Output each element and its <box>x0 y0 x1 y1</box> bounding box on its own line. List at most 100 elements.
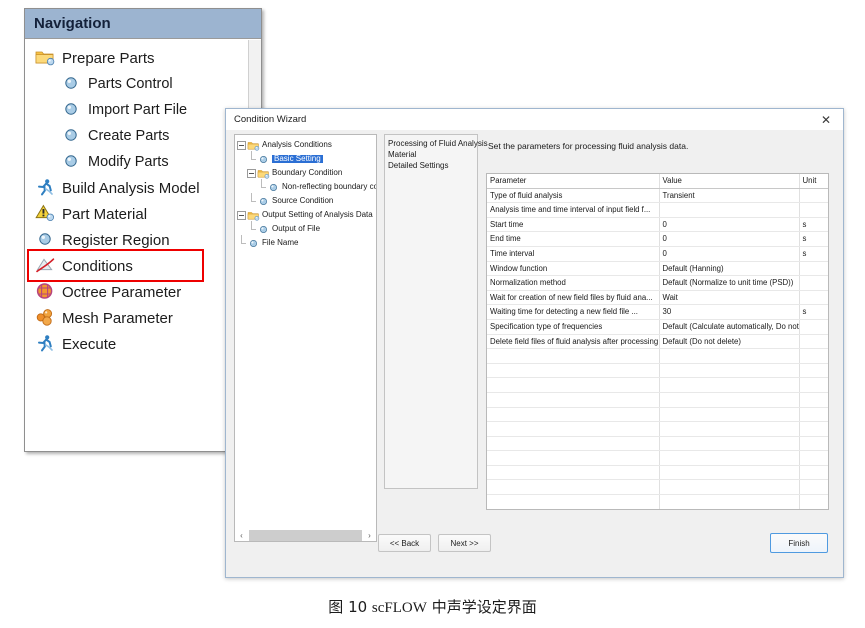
tree-item-analysis-conditions[interactable]: Analysis Conditions <box>237 138 376 152</box>
dialog-titlebar[interactable]: Condition Wizard ✕ <box>226 109 843 131</box>
folder-icon <box>247 210 260 221</box>
table-empty-row <box>487 407 828 423</box>
cell-empty <box>799 377 828 393</box>
cell-value[interactable]: 30 <box>659 304 800 320</box>
tree-expander-icon[interactable] <box>247 168 256 178</box>
cell-empty <box>799 348 828 364</box>
sphere-node-icon <box>35 230 56 250</box>
section-list-item[interactable]: Material <box>388 149 477 160</box>
cell-parameter: Normalization method <box>487 275 660 291</box>
table-empty-row <box>487 392 828 408</box>
back-button[interactable]: << Back <box>378 534 431 552</box>
cell-empty <box>487 348 660 364</box>
scroll-thumb[interactable] <box>249 529 362 541</box>
tree-item-non-reflecting-boundary-co[interactable]: Non-reflecting boundary co <box>237 178 376 194</box>
runner-icon <box>35 334 56 354</box>
cell-unit <box>799 202 828 218</box>
navigation-header: Navigation <box>25 9 261 39</box>
nav-item-parts-control[interactable]: Parts Control <box>25 71 261 97</box>
condition-tree-hscrollbar[interactable]: ‹ › <box>234 529 377 542</box>
cell-value[interactable] <box>659 202 800 218</box>
scroll-right-icon[interactable]: › <box>363 531 376 540</box>
cell-value[interactable]: Default (Do not delete) <box>659 334 800 350</box>
next-button[interactable]: Next >> <box>438 534 491 552</box>
table-row[interactable]: End time 0 s <box>487 231 828 247</box>
cell-empty <box>799 421 828 437</box>
scroll-left-icon[interactable]: ‹ <box>235 531 248 540</box>
cell-unit: s <box>799 304 828 320</box>
section-list-item[interactable]: Detailed Settings <box>388 160 477 171</box>
cell-parameter: Analysis time and time interval of input… <box>487 202 660 218</box>
sphere-node-icon <box>61 74 82 94</box>
condition-tree-panel[interactable]: Analysis Conditions Basic Setting Boundary… <box>234 134 377 538</box>
column-header-unit[interactable]: Unit <box>799 174 828 189</box>
cell-empty <box>799 465 828 481</box>
section-list-panel[interactable]: Processing of Fluid Analysis Material Deta… <box>384 134 488 489</box>
cell-value[interactable]: Default (Normalize to unit time (PSD)) <box>659 275 800 291</box>
nav-item-label: Mesh Parameter <box>62 309 173 327</box>
nav-item-label: Prepare Parts <box>62 49 155 67</box>
finish-button[interactable]: Finish <box>770 533 828 553</box>
mesh-spheres-icon <box>35 308 56 328</box>
sphere-node-icon <box>267 182 280 193</box>
section-list-item[interactable]: Processing of Fluid Analysis <box>388 138 488 149</box>
condition-tree-list: Analysis Conditions Basic Setting Boundary… <box>235 135 376 250</box>
nav-item-prepare-parts[interactable]: Prepare Parts <box>25 45 261 71</box>
table-row[interactable]: Normalization method Default (Normalize t… <box>487 275 828 291</box>
table-row[interactable]: Window function Default (Hanning) <box>487 261 828 277</box>
cell-parameter: Delete field files of fluid analysis aft… <box>487 334 660 350</box>
tree-item-label: Basic Setting <box>272 154 323 163</box>
tree-item-file-name[interactable]: File Name <box>237 234 376 250</box>
cell-parameter: Time interval <box>487 246 660 262</box>
table-row[interactable]: Start time 0 s <box>487 217 828 233</box>
table-row[interactable]: Delete field files of fluid analysis aft… <box>487 334 828 350</box>
sphere-node-icon <box>61 126 82 146</box>
column-header-value[interactable]: Value <box>659 174 800 189</box>
cell-empty <box>487 479 660 496</box>
cell-unit <box>799 188 828 204</box>
tree-item-source-condition[interactable]: Source Condition <box>237 192 376 208</box>
cell-unit: s <box>799 231 828 247</box>
table-empty-row <box>487 436 828 452</box>
tree-item-label: Boundary Condition <box>272 168 343 177</box>
table-empty-row <box>487 363 828 379</box>
cell-value[interactable]: Transient <box>659 188 800 204</box>
cell-value[interactable]: 0 <box>659 217 800 233</box>
table-row[interactable]: Waiting time for detecting a new field f… <box>487 304 828 320</box>
cell-empty <box>799 436 828 452</box>
cell-empty <box>487 450 660 466</box>
cell-empty <box>799 407 828 423</box>
table-empty-row <box>487 479 828 496</box>
column-header-parameter[interactable]: Parameter <box>487 174 660 189</box>
cell-value[interactable]: Wait <box>659 290 800 306</box>
panel-description: Set the parameters for processing fluid … <box>488 141 689 151</box>
tree-item-boundary-condition[interactable]: Boundary Condition <box>237 166 376 180</box>
tree-item-output-of-file[interactable]: Output of File <box>237 220 376 236</box>
cell-value[interactable]: 0 <box>659 231 800 247</box>
cell-empty <box>659 436 800 452</box>
cell-value[interactable]: Default (Calculate automatically, Do not… <box>659 319 800 335</box>
tree-expander-icon[interactable] <box>237 140 246 150</box>
tree-item-basic-setting[interactable]: Basic Setting <box>237 150 376 166</box>
cell-value[interactable]: Default (Hanning) <box>659 261 800 277</box>
table-row[interactable]: Type of fluid analysis Transient <box>487 188 828 204</box>
parameter-table-panel[interactable]: Parameter Value Unit Type of fluid analysis… <box>486 173 829 510</box>
cell-empty <box>487 421 660 437</box>
tree-item-output-setting-of-analysis-data[interactable]: Output Setting of Analysis Data <box>237 208 376 222</box>
tree-item-label: Source Condition <box>272 196 334 205</box>
tree-expander-icon[interactable] <box>237 210 246 220</box>
nav-item-label: Create Parts <box>88 127 170 144</box>
table-empty-row <box>487 509 829 510</box>
table-row[interactable]: Specification type of frequencies Default… <box>487 319 828 335</box>
table-row[interactable]: Wait for creation of new field files by … <box>487 290 828 306</box>
table-empty-row <box>487 377 828 393</box>
table-row[interactable]: Time interval 0 s <box>487 246 828 262</box>
cell-empty <box>659 509 799 510</box>
cell-value[interactable]: 0 <box>659 246 800 262</box>
cell-unit <box>799 261 828 277</box>
tree-item-label: Analysis Conditions <box>262 140 332 149</box>
close-icon[interactable]: ✕ <box>809 109 843 131</box>
table-empty-row <box>487 465 828 481</box>
table-empty-row <box>487 494 828 509</box>
table-row[interactable]: Analysis time and time interval of input… <box>487 202 828 218</box>
